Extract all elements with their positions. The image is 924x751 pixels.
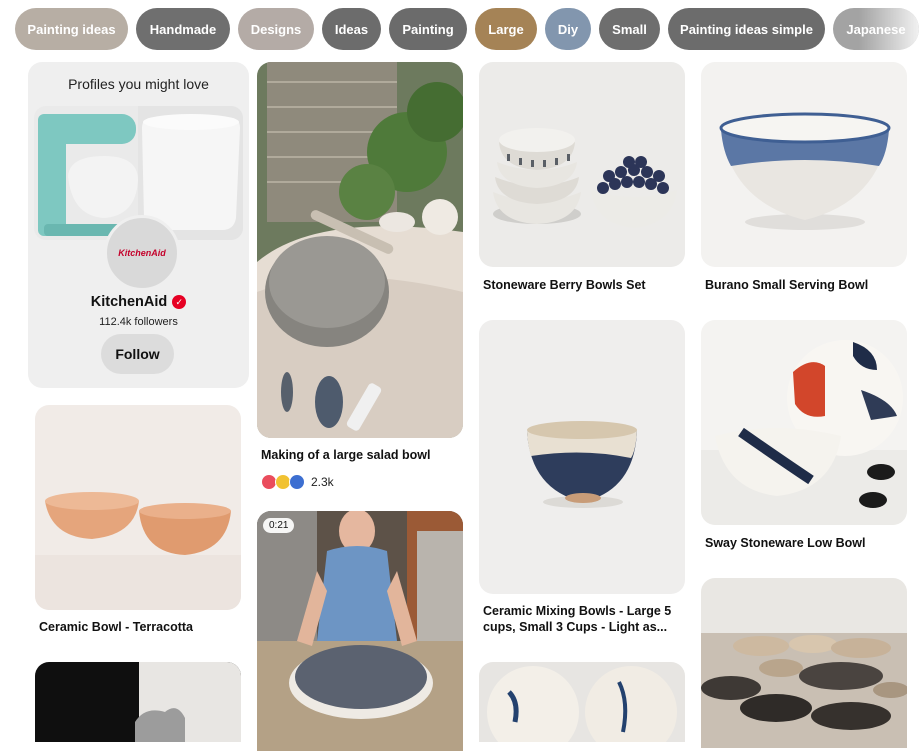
category-chips: Painting ideas Handmade Designs Ideas Pa… xyxy=(0,0,924,60)
chip-ideas[interactable]: Ideas xyxy=(322,8,381,50)
pin-image-salad-bowl[interactable] xyxy=(257,62,463,438)
pin-card-berry-bowls: Stoneware Berry Bowls Set xyxy=(479,62,685,292)
pin-reactions[interactable]: 2.3k xyxy=(261,474,334,490)
profile-card-heading: Profiles you might love xyxy=(68,76,209,92)
pin-card-terracotta: Ceramic Bowl - Terracotta xyxy=(35,405,241,637)
pin-image-terracotta[interactable] xyxy=(35,405,241,610)
pin-image-dark[interactable] xyxy=(35,662,241,742)
pin-image-mixing-bowls[interactable] xyxy=(479,320,685,594)
kitchenaid-avatar[interactable]: KitchenAid xyxy=(104,215,180,291)
pin-image-berry-bowls[interactable] xyxy=(479,62,685,267)
profile-suggestion-card: Profiles you might love KitchenAid Kitch… xyxy=(28,62,249,388)
profile-name[interactable]: KitchenAid ✓ xyxy=(28,294,249,310)
chip-painting-ideas-simple[interactable]: Painting ideas simple xyxy=(668,8,825,50)
pin-video-thumbnail[interactable]: 0:21 xyxy=(257,511,463,751)
video-duration: 0:21 xyxy=(263,518,295,533)
pin-card-salad-bowl: Making of a large salad bowl 2.3k xyxy=(257,62,463,490)
pin-card-studio xyxy=(701,578,907,748)
verified-check-icon: ✓ xyxy=(172,295,187,309)
thanks-reaction-icon xyxy=(289,474,305,490)
pin-card-video: 0:21 xyxy=(257,511,463,751)
pin-card-dark xyxy=(35,662,241,742)
pin-title-mixing-line1: Ceramic Mixing Bowls - Large 5 xyxy=(483,604,672,618)
chip-designs[interactable]: Designs xyxy=(238,8,314,50)
chip-painting[interactable]: Painting xyxy=(389,8,467,50)
profile-followers: 112.4k followers xyxy=(99,316,178,328)
pin-title-terracotta[interactable]: Ceramic Bowl - Terracotta xyxy=(39,619,235,635)
pin-card-burano: Burano Small Serving Bowl xyxy=(701,62,907,294)
pin-image-studio[interactable] xyxy=(701,578,907,748)
reaction-count: 2.3k xyxy=(311,475,334,489)
pin-title-mixing-line2: cups, Small 3 Cups - Light as... xyxy=(483,620,668,634)
follow-button[interactable]: Follow xyxy=(101,334,174,374)
pin-title-burano[interactable]: Burano Small Serving Bowl xyxy=(705,277,901,293)
pin-title-mixing-bowls[interactable]: Ceramic Mixing Bowls - Large 5 cups, Sma… xyxy=(483,603,679,635)
pin-title-berry-bowls[interactable]: Stoneware Berry Bowls Set xyxy=(483,277,679,293)
chip-japanese[interactable]: Japanese xyxy=(833,8,919,50)
pin-title-salad-bowl[interactable]: Making of a large salad bowl xyxy=(261,447,457,463)
chip-large[interactable]: Large xyxy=(475,8,537,50)
pin-image-burano[interactable] xyxy=(701,62,907,267)
chip-small[interactable]: Small xyxy=(599,8,660,50)
chip-diy[interactable]: Diy xyxy=(545,8,591,50)
pin-image-sway[interactable] xyxy=(701,320,907,525)
pin-card-sway: Sway Stoneware Low Bowl xyxy=(701,320,907,552)
chip-painting-ideas[interactable]: Painting ideas xyxy=(15,8,128,50)
pin-card-plates xyxy=(479,662,685,742)
chip-handmade[interactable]: Handmade xyxy=(136,8,230,50)
pin-image-plates[interactable] xyxy=(479,662,685,742)
pin-title-sway[interactable]: Sway Stoneware Low Bowl xyxy=(705,535,901,551)
pin-card-mixing-bowls: Ceramic Mixing Bowls - Large 5 cups, Sma… xyxy=(479,320,685,640)
profile-name-text: KitchenAid xyxy=(90,294,168,310)
